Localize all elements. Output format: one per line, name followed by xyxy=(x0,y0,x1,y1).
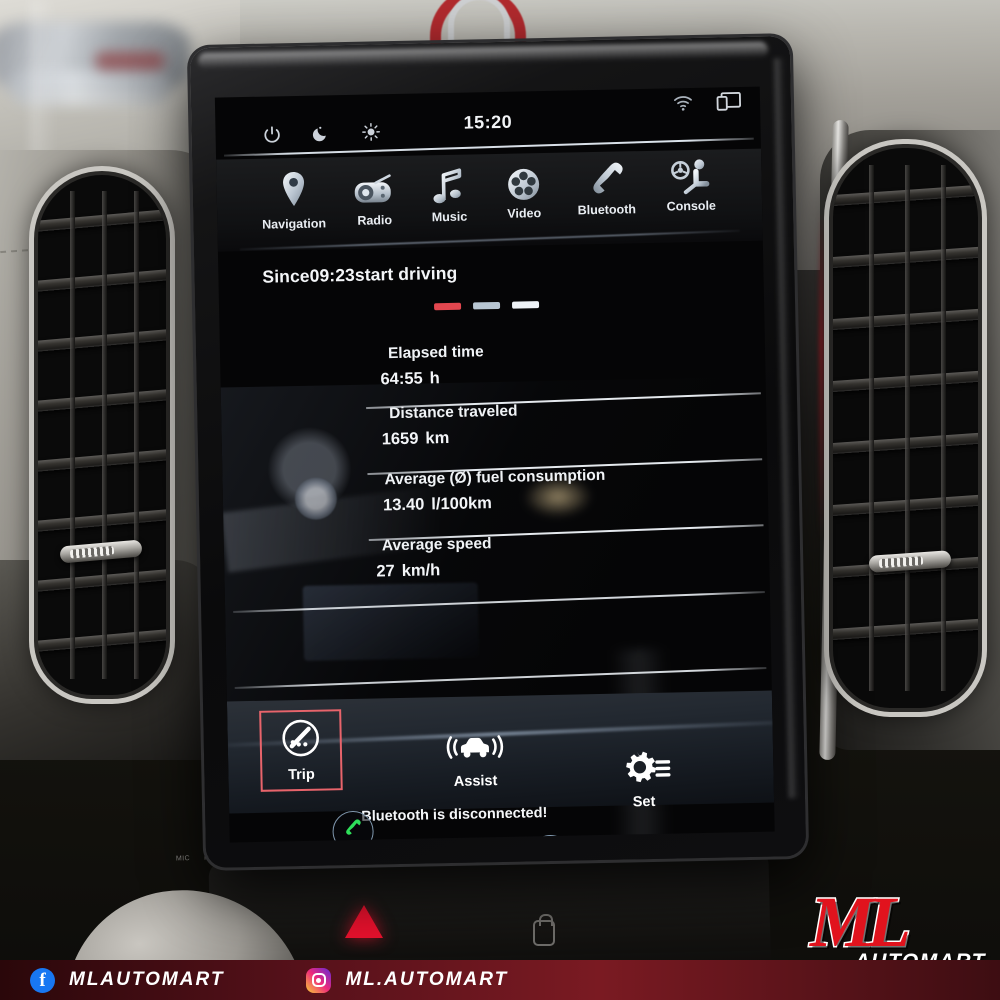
table-row[interactable] xyxy=(225,596,771,689)
radio-icon xyxy=(336,162,413,208)
row-label: Distance traveled xyxy=(389,402,518,423)
head-unit: 15:20 Navigation Radio Music Video Bluet… xyxy=(189,36,807,868)
row-number: 64:55 xyxy=(380,369,423,389)
dash-2[interactable] xyxy=(511,301,540,309)
infotainment-screen[interactable]: 15:20 Navigation Radio Music Video Bluet… xyxy=(214,86,775,843)
table-row[interactable]: Average speed 27 km/h xyxy=(224,528,770,613)
nav-label-console: Console xyxy=(666,198,717,214)
hangup-call-button[interactable] xyxy=(529,834,572,843)
row-number: 1659 xyxy=(381,429,419,449)
table-row[interactable]: Elapsed time 64:55 h xyxy=(220,336,766,410)
wifi-icon xyxy=(672,94,694,117)
power-icon[interactable] xyxy=(263,125,280,148)
row-label: Average (Ø) fuel consumption xyxy=(384,466,606,489)
nav-item-radio[interactable]: Radio xyxy=(336,162,413,231)
row-value: 27 km/h xyxy=(376,561,440,581)
instagram-icon xyxy=(306,967,332,993)
facebook-icon: f xyxy=(30,967,55,993)
film-reel-icon xyxy=(485,159,562,205)
mode-button-trip[interactable]: Trip xyxy=(259,709,343,792)
trip-title: Since09:23start driving xyxy=(262,262,458,287)
row-unit: h xyxy=(429,369,440,388)
phone-handset-icon xyxy=(561,157,651,203)
air-vent-left[interactable] xyxy=(38,175,166,695)
table-row[interactable]: Average (Ø) fuel consumption 13.40 l/100k… xyxy=(222,462,768,542)
hazard-triangle-icon xyxy=(345,905,383,938)
location-pin-icon xyxy=(250,163,336,209)
facebook-handle: MLAUTOMART xyxy=(69,969,225,990)
driver-seat-icon xyxy=(650,155,731,201)
table-row[interactable]: Distance traveled 1659 km xyxy=(221,396,767,476)
row-number: 13.40 xyxy=(382,495,425,515)
multi-window-icon[interactable] xyxy=(716,91,743,119)
mode-label-trip: Trip xyxy=(287,766,315,784)
trip-gauge-icon xyxy=(261,715,340,766)
status-bar: 15:20 xyxy=(215,87,761,160)
bezel-highlight-top xyxy=(197,41,769,69)
background-blur-red xyxy=(95,52,165,70)
instagram-handle: ML.AUTOMART xyxy=(345,969,509,990)
red-accent-right xyxy=(819,210,824,540)
nav-label-radio: Radio xyxy=(357,213,393,228)
row-unit: km xyxy=(425,428,450,448)
row-value: 1659 km xyxy=(382,429,450,449)
gear-settings-icon xyxy=(600,746,687,793)
nav-item-navigation[interactable]: Navigation xyxy=(250,163,337,232)
air-vent-right[interactable] xyxy=(833,148,978,708)
mode-label-assist: Assist xyxy=(453,773,498,790)
row-value: 64:55 h xyxy=(380,369,440,389)
page-dash-indicator xyxy=(434,301,540,311)
social-watermark-bar: f MLAUTOMART ML.AUTOMART xyxy=(0,960,1000,1000)
nav-label-video: Video xyxy=(507,206,542,221)
dash-1[interactable] xyxy=(472,301,501,310)
row-divider xyxy=(234,667,767,689)
hazard-lights-button[interactable] xyxy=(345,905,385,939)
mode-button-assist[interactable]: Assist xyxy=(420,727,531,790)
row-label: Elapsed time xyxy=(387,343,484,363)
row-value: 13.40 l/100km xyxy=(383,494,492,515)
nav-item-console[interactable]: Console xyxy=(650,155,731,224)
row-label: Average speed xyxy=(381,535,492,555)
bluetooth-message: Bluetooth is disconnected! xyxy=(361,805,548,825)
nav-label-music: Music xyxy=(431,209,468,225)
nav-label-bluetooth: Bluetooth xyxy=(577,202,637,218)
car-interior-scene: MIC Rst 15:20 Navigation Radio Music Vid… xyxy=(0,0,1000,1000)
phone-answer-icon xyxy=(342,818,365,843)
brightness-icon[interactable] xyxy=(361,122,380,146)
mode-bar: Trip Assist Set xyxy=(226,690,775,814)
row-unit: l/100km xyxy=(431,494,493,514)
nav-item-bluetooth[interactable]: Bluetooth xyxy=(561,157,652,226)
trip-rows: Elapsed time 64:55 h Distance traveled 16… xyxy=(220,336,772,689)
door-lock-icon[interactable] xyxy=(533,914,555,946)
bluetooth-disconnected-icon xyxy=(430,839,465,843)
trip-computer-panel: Since09:23start driving Elapsed time 64:… xyxy=(218,241,772,702)
row-unit: km/h xyxy=(401,561,441,580)
phone-hangup-icon xyxy=(538,841,563,843)
nav-label-navigation: Navigation xyxy=(262,216,327,232)
logo-text: ML xyxy=(809,882,913,962)
dash-0[interactable] xyxy=(434,302,462,311)
nav-item-music[interactable]: Music xyxy=(411,160,486,228)
music-note-icon xyxy=(411,160,486,205)
night-mode-icon[interactable] xyxy=(312,124,329,147)
nav-item-video[interactable]: Video xyxy=(485,159,562,228)
car-sensor-icon xyxy=(420,727,531,772)
row-number: 27 xyxy=(376,562,395,581)
app-nav-bar: Navigation Radio Music Video Bluetooth C… xyxy=(216,148,763,252)
